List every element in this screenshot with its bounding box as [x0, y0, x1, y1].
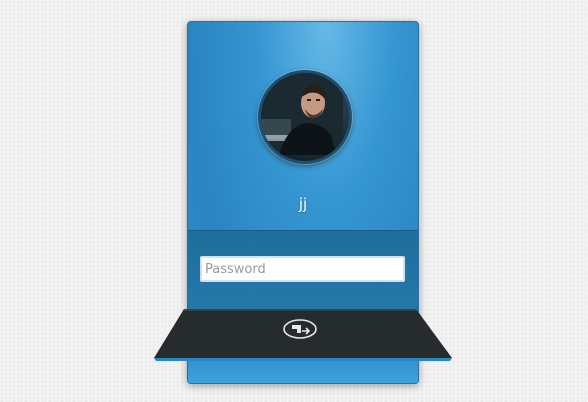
- login-button[interactable]: [282, 318, 318, 340]
- login-dock: [154, 309, 452, 361]
- login-arrow-icon: [283, 319, 317, 339]
- username-label: jj: [298, 195, 308, 213]
- user-avatar: [258, 70, 352, 164]
- password-panel: [188, 230, 418, 313]
- password-input[interactable]: [200, 256, 405, 282]
